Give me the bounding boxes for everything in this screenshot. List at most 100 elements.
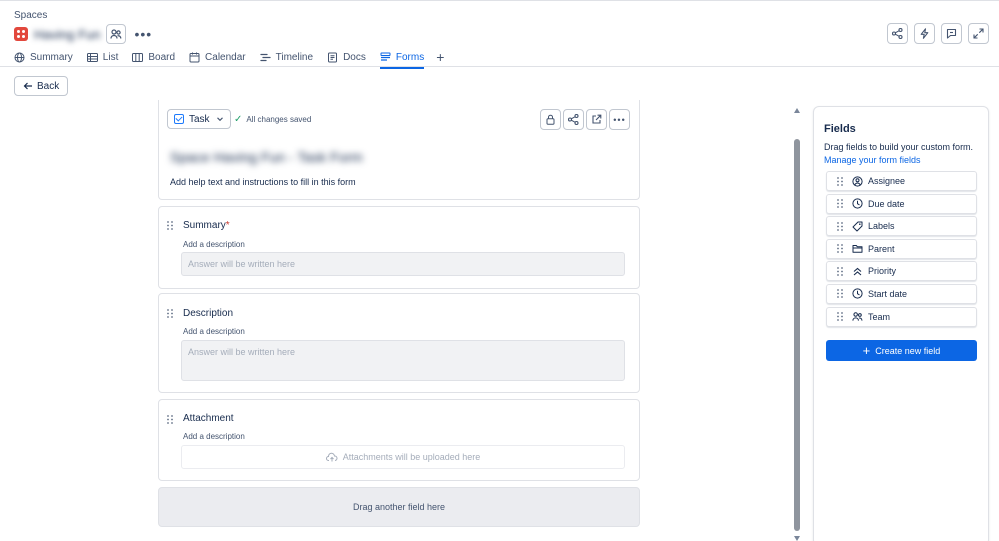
lock-button[interactable] [540, 109, 561, 130]
space-header: Having Fun ••• [14, 24, 152, 44]
fullscreen-button[interactable] [968, 23, 989, 44]
field-drop-zone[interactable]: Drag another field here [158, 487, 640, 527]
field-description[interactable]: Add a description [183, 240, 245, 249]
task-icon [174, 114, 184, 124]
manage-fields-link[interactable]: Manage your form fields [824, 155, 921, 165]
form-help-text[interactable]: Add help text and instructions to fill i… [170, 177, 356, 187]
tab-timeline[interactable]: Timeline [259, 48, 314, 66]
top-border [0, 0, 999, 1]
drag-handle-icon [837, 176, 843, 186]
priority-icon [853, 267, 862, 276]
tab-label: Board [148, 51, 176, 63]
tab-calendar[interactable]: Calendar [189, 48, 246, 66]
field-item-team[interactable]: Team [826, 306, 977, 327]
field-item-label: Assignee [868, 176, 906, 186]
tab-docs[interactable]: Docs [327, 48, 366, 66]
clock-icon [852, 288, 863, 300]
back-button[interactable]: Back [14, 76, 69, 96]
tab-list[interactable]: List [86, 48, 118, 66]
drag-handle-icon[interactable] [167, 415, 173, 424]
field-description[interactable]: Add a description [183, 327, 245, 336]
scroll-down-arrow[interactable] [794, 536, 800, 541]
more-actions-icon[interactable]: ••• [134, 27, 152, 41]
plus-icon: + [862, 342, 871, 358]
form-title[interactable]: Space Having Fun - Task Form [170, 149, 363, 165]
create-new-field-button[interactable]: + Create new field [826, 340, 977, 361]
field-description[interactable]: Add a description [183, 432, 245, 441]
field-item-due-date[interactable]: Due date [826, 193, 977, 214]
field-label-text: Summary [183, 220, 226, 231]
globe-icon [14, 52, 25, 62]
breadcrumb[interactable]: Spaces [14, 10, 47, 21]
tabs-divider [0, 66, 999, 67]
drag-handle-icon [837, 266, 843, 276]
external-link-icon [592, 114, 602, 124]
answer-placeholder: Answer will be written here [181, 340, 625, 381]
field-item-label: Team [868, 311, 891, 322]
field-item-start-date[interactable]: Start date [826, 283, 977, 304]
space-people-button[interactable] [106, 24, 127, 44]
work-type-label: Task [189, 113, 210, 125]
tab-label: Summary [30, 51, 73, 63]
scroll-up-arrow[interactable] [794, 108, 800, 113]
person-circle-icon [852, 175, 863, 187]
tab-board[interactable]: Board [132, 48, 175, 66]
tab-label: Docs [343, 51, 366, 63]
field-item-priority[interactable]: Priority [826, 261, 977, 282]
tab-label: Calendar [205, 51, 246, 63]
required-marker: * [225, 220, 230, 231]
field-item-labels[interactable]: Labels [826, 216, 977, 237]
field-list: Assignee Due date Labels Parent Priority… [826, 171, 977, 329]
calendar-icon [189, 52, 200, 62]
fields-panel: Fields Drag fields to build your custom … [813, 106, 989, 541]
upload-cloud-icon [325, 452, 338, 462]
field-item-parent[interactable]: Parent [826, 238, 977, 259]
comment-icon [946, 28, 957, 39]
docs-icon [328, 52, 338, 62]
space-name[interactable]: Having Fun [34, 27, 100, 42]
feedback-button[interactable] [941, 23, 962, 44]
form-more-button[interactable]: ••• [609, 109, 630, 130]
tag-icon [852, 221, 863, 232]
form-field-description[interactable]: Description Add a description Answer wil… [158, 293, 640, 393]
tab-forms[interactable]: Forms [379, 48, 425, 69]
field-item-label: Labels [868, 221, 895, 232]
people-icon [110, 29, 122, 39]
share-button[interactable] [887, 23, 908, 44]
arrow-left-icon [23, 82, 32, 90]
add-tab-icon[interactable]: + [436, 49, 444, 65]
tab-label: Timeline [275, 51, 314, 63]
tab-summary[interactable]: Summary [14, 48, 73, 66]
share-form-button[interactable] [563, 109, 584, 130]
share-icon [892, 28, 903, 39]
people-icon [852, 312, 863, 321]
form-field-summary[interactable]: Summary* Add a description Answer will b… [158, 206, 640, 289]
automation-button[interactable] [914, 23, 935, 44]
field-item-label: Due date [868, 198, 905, 209]
check-icon: ✓ [234, 114, 243, 125]
drag-handle-icon [837, 289, 843, 299]
chevron-down-icon [216, 117, 223, 122]
drag-handle-icon [837, 199, 843, 208]
drag-handle-icon[interactable] [167, 221, 173, 230]
fields-panel-desc-text: Drag fields to build your custom form. [824, 142, 974, 152]
field-item-label: Parent [868, 243, 895, 254]
scrollbar[interactable] [793, 108, 801, 541]
expand-icon [973, 28, 984, 39]
answer-placeholder: Answer will be written here [181, 252, 625, 276]
share-icon [568, 114, 579, 125]
work-type-select[interactable]: Task [167, 109, 231, 129]
open-form-button[interactable] [586, 109, 607, 130]
fields-panel-description: Drag fields to build your custom form. M… [824, 141, 974, 167]
field-item-assignee[interactable]: Assignee [826, 171, 977, 191]
board-icon [132, 52, 144, 62]
field-label: Summary* [183, 220, 230, 231]
create-new-field-label: Create new field [875, 345, 941, 356]
scroll-thumb[interactable] [794, 139, 800, 531]
folder-icon [852, 245, 863, 253]
lock-icon [546, 114, 555, 125]
drag-handle-icon[interactable] [167, 309, 173, 318]
attachment-placeholder: Attachments will be uploaded here [342, 452, 481, 462]
form-field-attachment[interactable]: Attachment Add a description Attachments… [158, 399, 640, 481]
drag-handle-icon [837, 221, 843, 231]
